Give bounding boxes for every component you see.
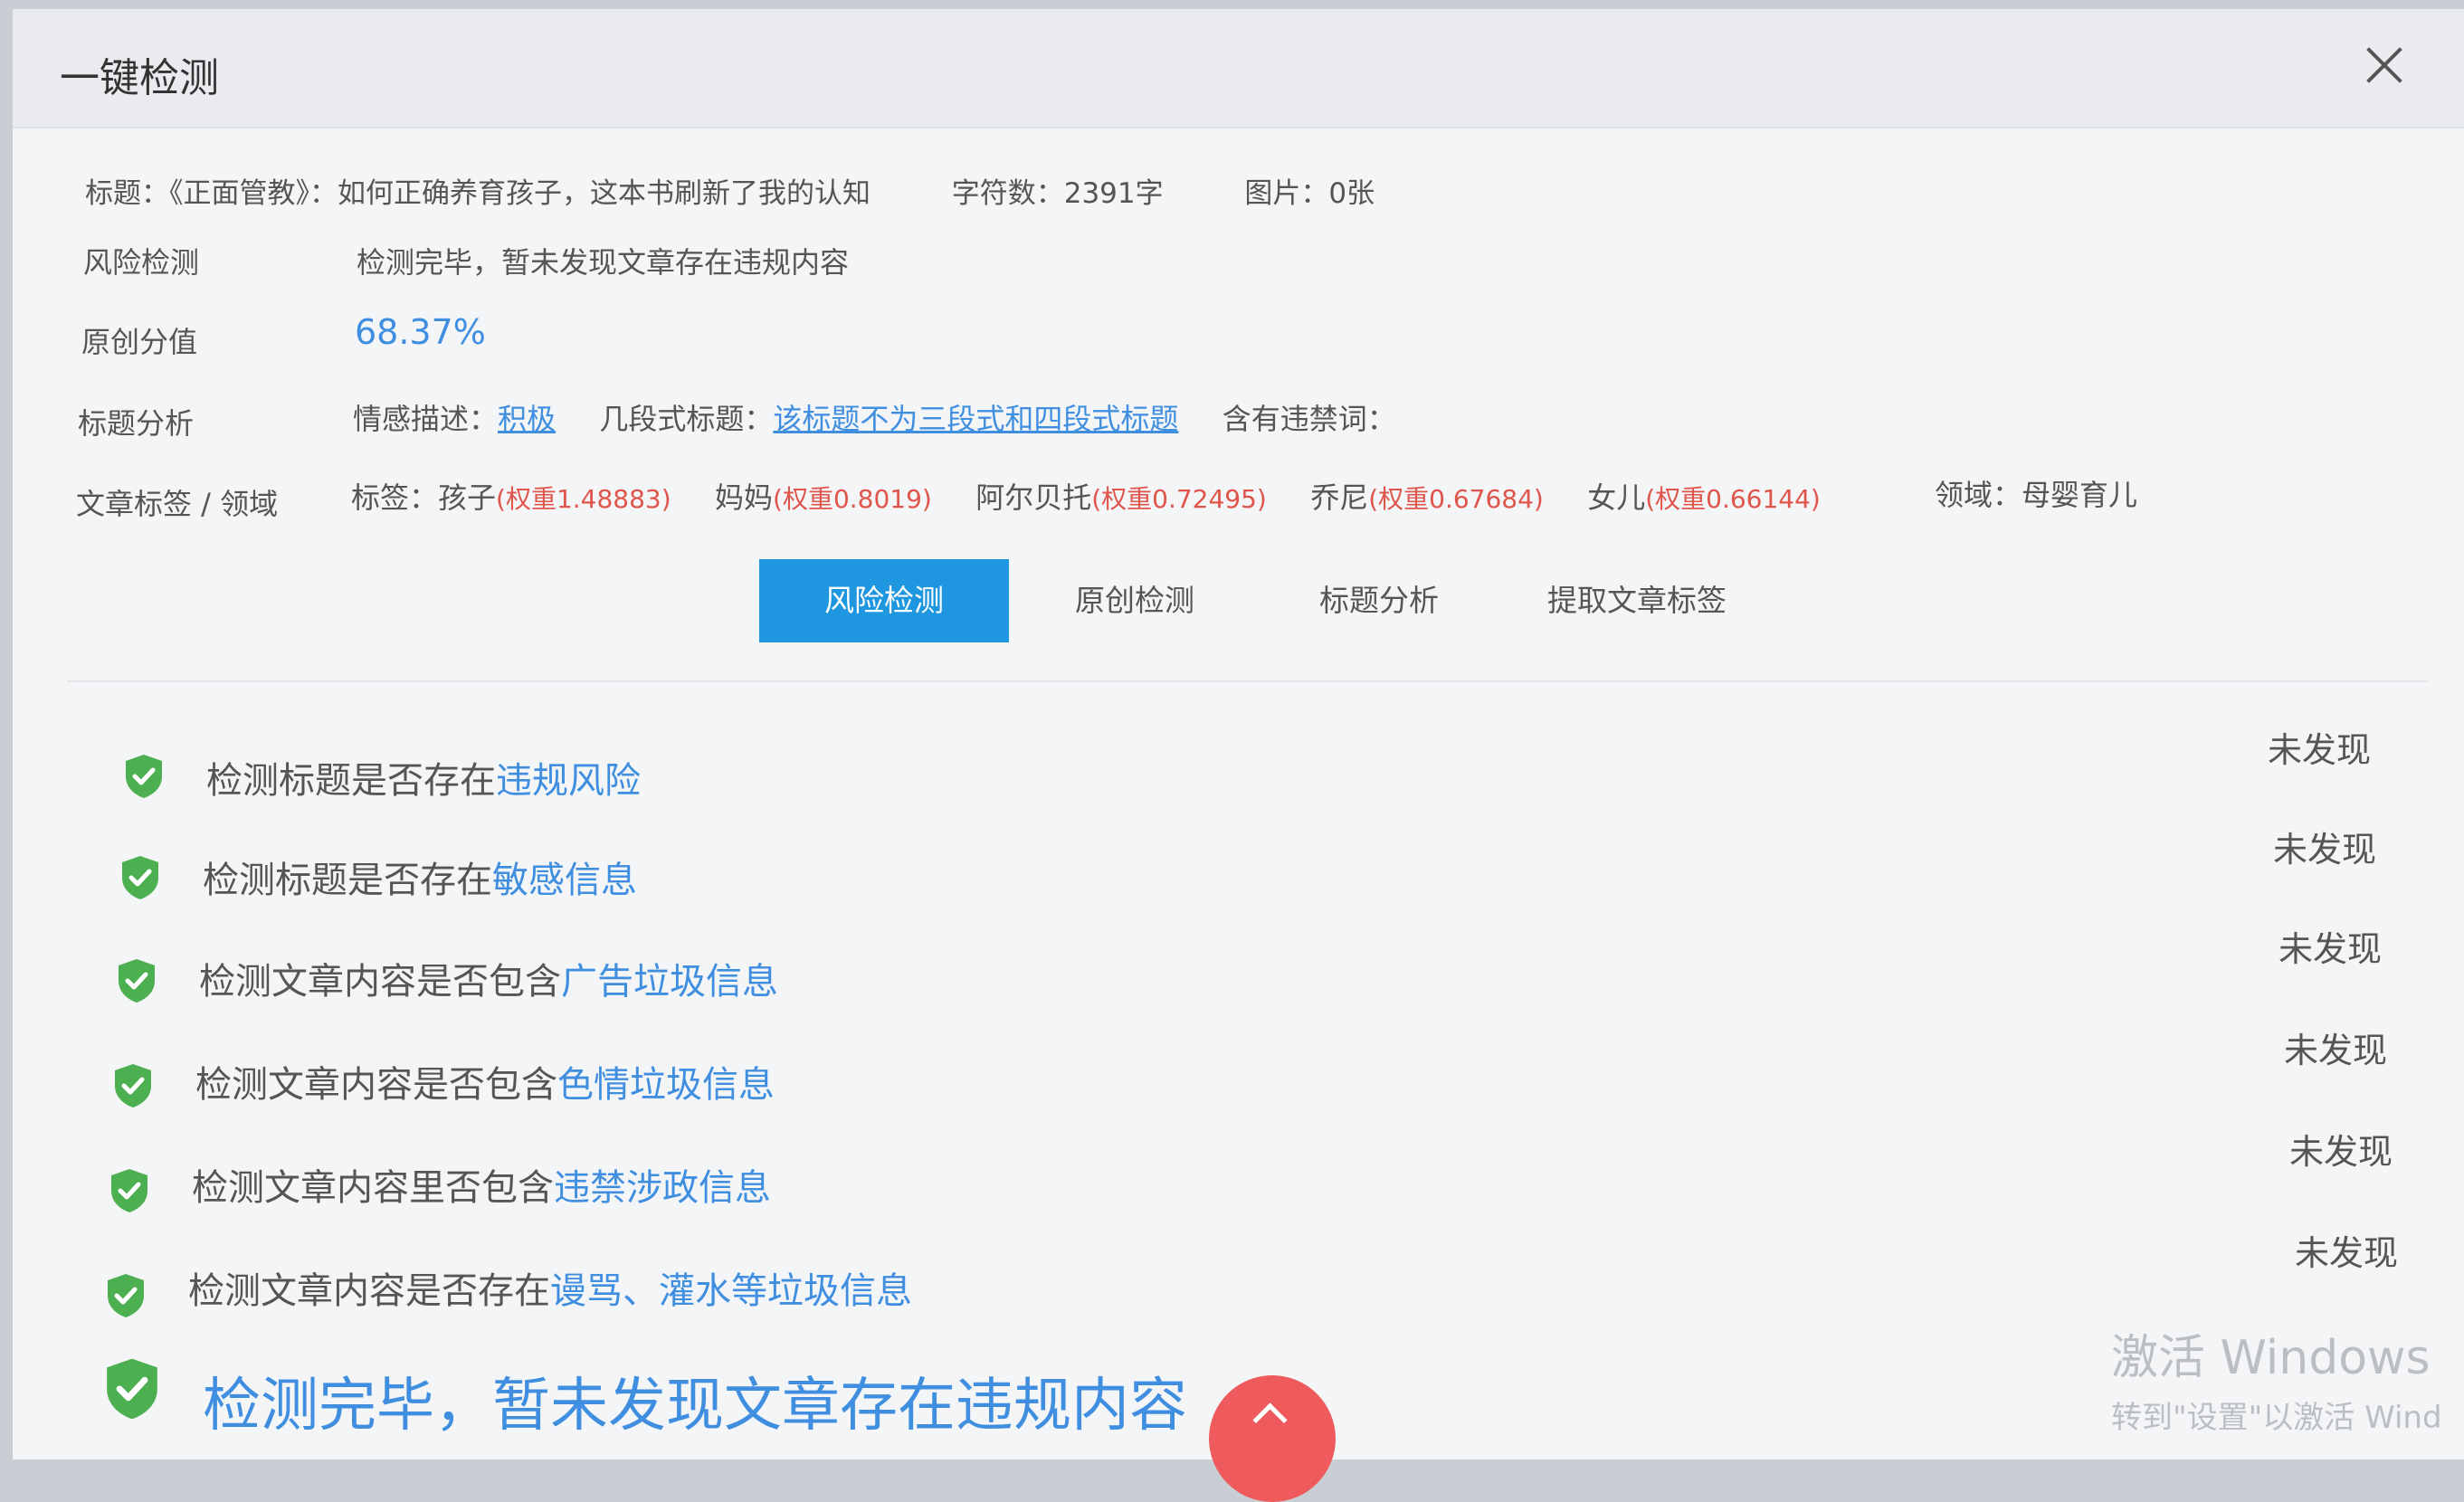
tabs-divider: [67, 680, 2429, 682]
close-icon[interactable]: [2359, 40, 2410, 90]
check-highlight: 谩骂、灌水等垃圾信息: [550, 1270, 912, 1312]
tag-weight: (权重1.48883): [496, 484, 671, 514]
tag-name: 阿尔贝托: [975, 480, 1092, 515]
check-label: 检测文章内容是否包含广告垃圾信息: [199, 952, 778, 1004]
dialog-header: 一键检测: [13, 9, 2464, 128]
originality-score: 68.37%: [355, 312, 486, 352]
check-highlight: 色情垃圾信息: [557, 1064, 775, 1106]
tags-row: 标签：孩子(权重1.48883) 妈妈(权重0.8019) 阿尔贝托(权重0.7…: [351, 475, 1821, 517]
shield-check-icon: [108, 1274, 144, 1317]
check-status: 未发现: [2295, 1233, 2399, 1273]
tag-name: 孩子: [438, 480, 497, 515]
domain-value: 领域：母婴育儿: [1935, 478, 2138, 512]
image-count: 图片：0张: [1244, 177, 1375, 210]
check-text: 检测标题是否存在: [206, 760, 496, 802]
tab-risk-detection[interactable]: 风险检测: [759, 559, 1009, 642]
shield-check-icon: [126, 755, 162, 798]
title-analysis-row: 情感描述：积极 几段式标题：该标题不为三段式和四段式标题 含有违禁词：: [353, 396, 1396, 438]
shield-check-icon: [111, 1169, 147, 1212]
tag-weight: (权重0.66144): [1645, 484, 1821, 514]
list-item: 检测文章内容是否存在谩骂、灌水等垃圾信息 未发现: [13, 1233, 2464, 1326]
article-title: 《正面管教》：如何正确养育孩子，这本书刷新了我的认知: [169, 177, 870, 210]
meta-row: 标题：《正面管教》：如何正确养育孩子，这本书刷新了我的认知 字符数：2391字 …: [85, 170, 1375, 211]
tag-weight: (权重0.72495): [1091, 484, 1267, 514]
shield-check-icon: [122, 856, 158, 899]
chevron-up-icon: [1252, 1402, 1288, 1438]
sentiment-value[interactable]: 积极: [498, 402, 556, 436]
tag-weight: (权重0.8019): [773, 484, 932, 514]
segment-label: 几段式标题：: [599, 402, 774, 436]
shield-check-icon: [119, 959, 155, 1003]
check-status: 未发现: [2278, 929, 2383, 969]
tags-label: 文章标签 / 领域: [76, 487, 279, 521]
check-label: 检测文章内容是否存在谩骂、灌水等垃圾信息: [188, 1261, 912, 1314]
tag-name: 妈妈: [715, 480, 774, 515]
title-label: 标题：: [85, 177, 169, 210]
sentiment-label: 情感描述：: [353, 402, 499, 436]
check-highlight: 广告垃圾信息: [561, 961, 778, 1003]
scroll-to-top-button[interactable]: [1209, 1375, 1336, 1502]
char-count: 字符数：2391字: [951, 177, 1164, 210]
list-item: 检测文章内容里否包含违禁涉政信息 未发现: [13, 1132, 2464, 1223]
watermark-line1: 激活 Windows: [2111, 1331, 2431, 1385]
shield-check-icon: [115, 1064, 151, 1107]
title-analysis-label: 标题分析: [78, 406, 195, 441]
check-text: 检测标题是否存在: [203, 860, 492, 901]
tab-originality-detection[interactable]: 原创检测: [1031, 559, 1239, 642]
list-item: 检测文章内容是否包含色情垃圾信息 未发现: [13, 1031, 2464, 1120]
tab-title-analysis[interactable]: 标题分析: [1275, 559, 1483, 642]
tag-name: 女儿: [1587, 480, 1646, 515]
check-highlight: 违禁涉政信息: [554, 1167, 771, 1209]
segment-value[interactable]: 该标题不为三段式和四段式标题: [773, 402, 1178, 436]
tab-extract-tags[interactable]: 提取文章标签: [1519, 559, 1755, 642]
risk-value: 检测完毕，暂未发现文章存在违规内容: [357, 245, 850, 280]
risk-label: 风险检测: [83, 245, 200, 280]
check-label: 检测标题是否存在敏感信息: [203, 851, 637, 903]
shield-check-icon: [107, 1358, 157, 1420]
list-item: 检测标题是否存在违规风险 未发现: [13, 730, 2464, 814]
summary-text: 检测完毕，暂未发现文章存在违规内容: [203, 1373, 1187, 1440]
banned-words-label: 含有违禁词：: [1222, 402, 1396, 436]
tag-weight: (权重0.67684): [1368, 484, 1544, 514]
check-text: 检测文章内容是否包含: [195, 1064, 557, 1106]
watermark-line2: 转到"设置"以激活 Wind: [2111, 1400, 2442, 1436]
dialog-title: 一键检测: [60, 55, 219, 101]
detection-dialog: 一键检测 标题：《正面管教》：如何正确养育孩子，这本书刷新了我的认知 字符数：2…: [13, 9, 2464, 1502]
check-highlight: 违规风险: [496, 760, 641, 802]
tag-name: 乔尼: [1310, 480, 1369, 515]
check-label: 检测文章内容里否包含违禁涉政信息: [192, 1158, 771, 1211]
check-status: 未发现: [2273, 830, 2377, 870]
check-text: 检测文章内容是否包含: [199, 961, 561, 1003]
check-label: 检测文章内容是否包含色情垃圾信息: [195, 1055, 775, 1107]
check-status: 未发现: [2268, 730, 2372, 770]
check-highlight: 敏感信息: [492, 860, 637, 901]
list-item: 检测文章内容是否包含广告垃圾信息 未发现: [13, 929, 2464, 1017]
check-status: 未发现: [2289, 1132, 2393, 1172]
tags-prefix: 标签：: [351, 480, 439, 515]
check-text: 检测文章内容里否包含: [192, 1167, 554, 1209]
check-text: 检测文章内容是否存在: [188, 1270, 550, 1312]
check-label: 检测标题是否存在违规风险: [206, 751, 641, 803]
check-status: 未发现: [2284, 1031, 2388, 1070]
list-item: 检测标题是否存在敏感信息 未发现: [13, 830, 2464, 916]
originality-label: 原创分值: [81, 325, 198, 359]
activation-watermark: 激活 Windows 转到"设置"以激活 Wind: [2111, 1319, 2455, 1437]
